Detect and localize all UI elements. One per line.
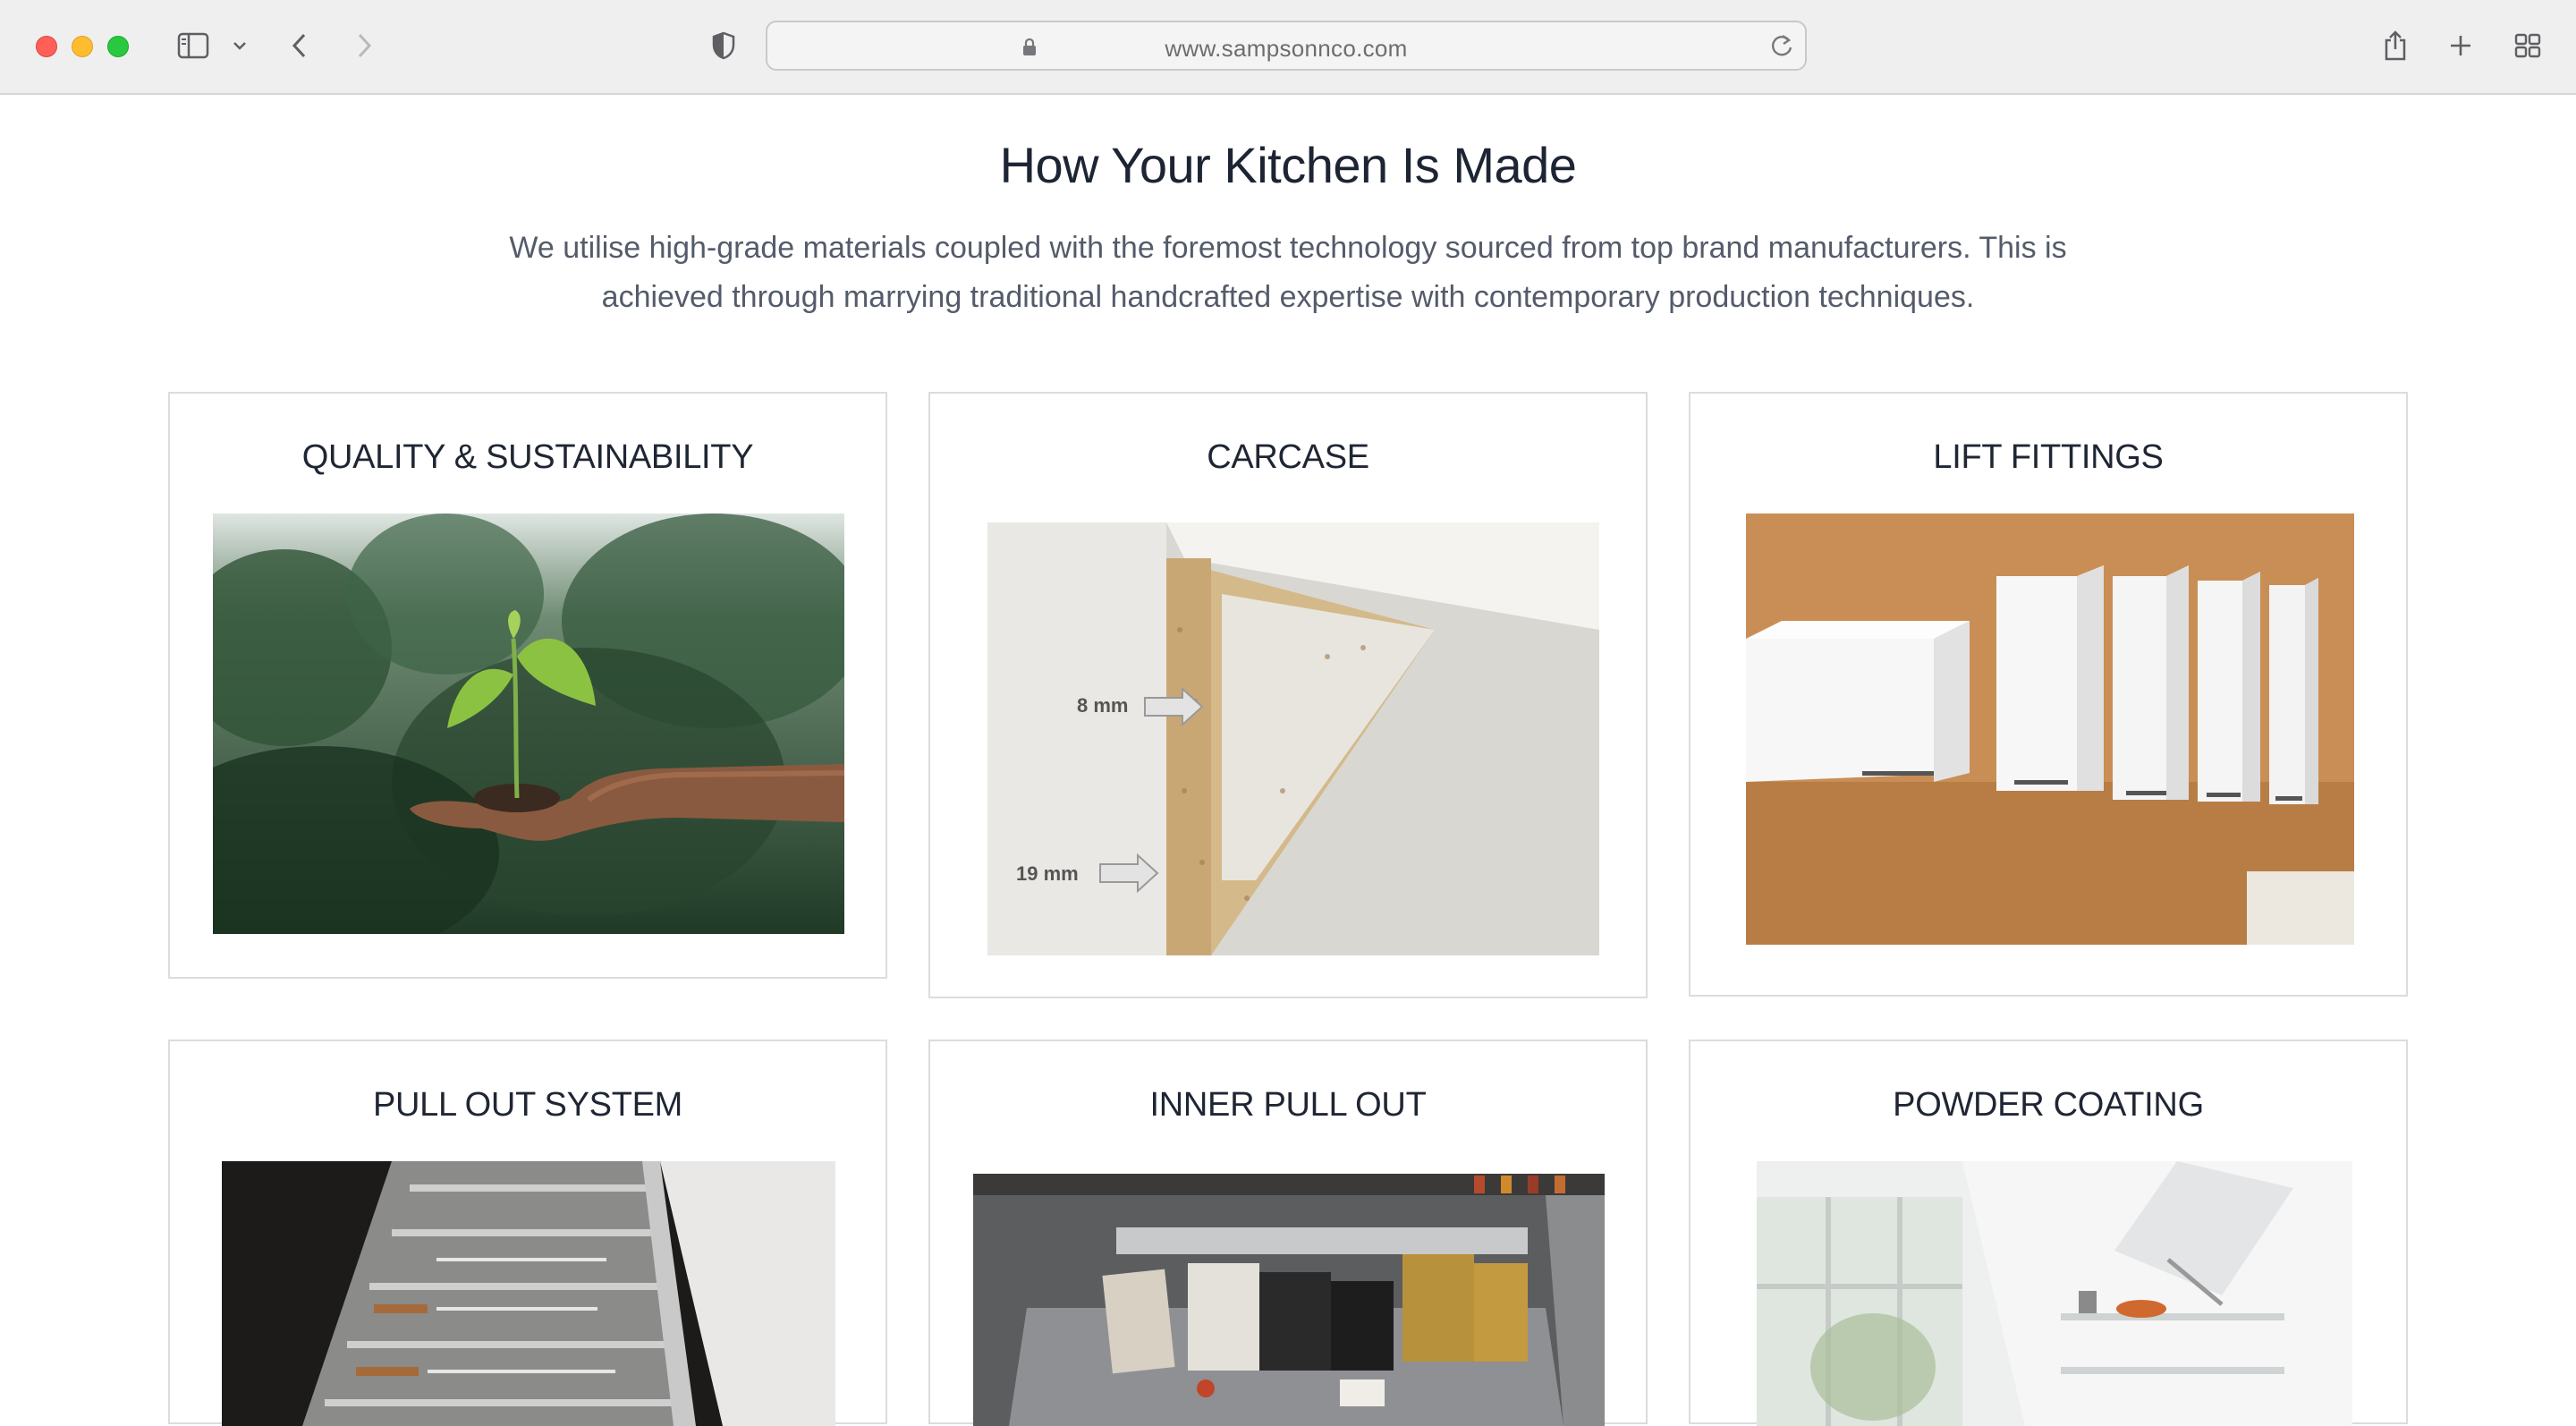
sidebar-toggle-button[interactable]: [174, 25, 213, 66]
card-title: LIFT FITTINGS: [1933, 438, 2164, 476]
zoom-window-button[interactable]: [107, 36, 129, 57]
feature-card-inner-pull-out[interactable]: INNER PULL OUT: [928, 1040, 1648, 1426]
minimize-window-button[interactable]: [72, 36, 93, 57]
reload-icon[interactable]: [1769, 32, 1794, 59]
lock-icon: [1023, 38, 1036, 55]
card-title: POWDER COATING: [1893, 1086, 2204, 1124]
label-19mm: 19 mm: [1016, 862, 1079, 885]
intro-line-2: achieved through marrying traditional ha…: [601, 280, 1975, 314]
forward-button[interactable]: [351, 25, 377, 66]
chevron-down-icon: [233, 42, 246, 50]
sidebar-icon: [177, 32, 209, 59]
url-text: www.sampsonnco.com: [1165, 35, 1408, 62]
wall-cabinets-photo: [1746, 514, 2354, 945]
privacy-report-button[interactable]: [710, 25, 737, 66]
new-tab-button[interactable]: [2445, 25, 2476, 66]
page-content: How Your Kitchen Is Made We utilise high…: [0, 95, 2576, 1426]
page-intro: We utilise high-grade materials coupled …: [447, 224, 2129, 322]
close-window-button[interactable]: [36, 36, 57, 57]
tab-group-menu-button[interactable]: [229, 25, 250, 66]
grid-icon: [2514, 33, 2541, 58]
shield-icon: [712, 31, 735, 60]
cutlery-drawer-photo: [222, 1161, 835, 1426]
address-bar[interactable]: www.sampsonnco.com: [766, 21, 1807, 71]
chevron-right-icon: [358, 33, 372, 58]
tab-overview-button[interactable]: [2512, 25, 2544, 66]
feature-card-lift-fittings[interactable]: LIFT FITTINGS: [1689, 392, 2408, 997]
page-title: How Your Kitchen Is Made: [999, 137, 1577, 193]
plus-icon: [2451, 36, 2470, 55]
card-title: QUALITY & SUSTAINABILITY: [301, 438, 754, 476]
card-title: INNER PULL OUT: [1149, 1086, 1427, 1124]
feature-card-carcase[interactable]: CARCASE 8 mm 19 mm: [928, 392, 1648, 998]
feature-card-pull-out-system[interactable]: PULL OUT SYSTEM: [168, 1040, 887, 1426]
share-button[interactable]: [2379, 25, 2411, 66]
feature-card-powder-coating[interactable]: POWDER COATING: [1689, 1040, 2408, 1426]
feature-card-quality[interactable]: QUALITY & SUSTAINABILITY: [168, 392, 887, 979]
chipboard-cross-section-photo: 8 mm 19 mm: [987, 522, 1599, 955]
card-title: PULL OUT SYSTEM: [372, 1086, 683, 1124]
browser-toolbar: www.sampsonnco.com: [0, 0, 2576, 95]
share-icon: [2385, 30, 2406, 61]
back-button[interactable]: [286, 25, 313, 66]
seedling-in-hand-photo: [213, 514, 844, 934]
lift-up-cabinet-photo: [1757, 1161, 2352, 1426]
label-8mm: 8 mm: [1077, 694, 1128, 717]
chevron-left-icon: [292, 33, 306, 58]
card-title: CARCASE: [1207, 438, 1369, 476]
intro-line-1: We utilise high-grade materials coupled …: [509, 231, 2067, 265]
pantry-pull-out-photo: [973, 1174, 1605, 1426]
